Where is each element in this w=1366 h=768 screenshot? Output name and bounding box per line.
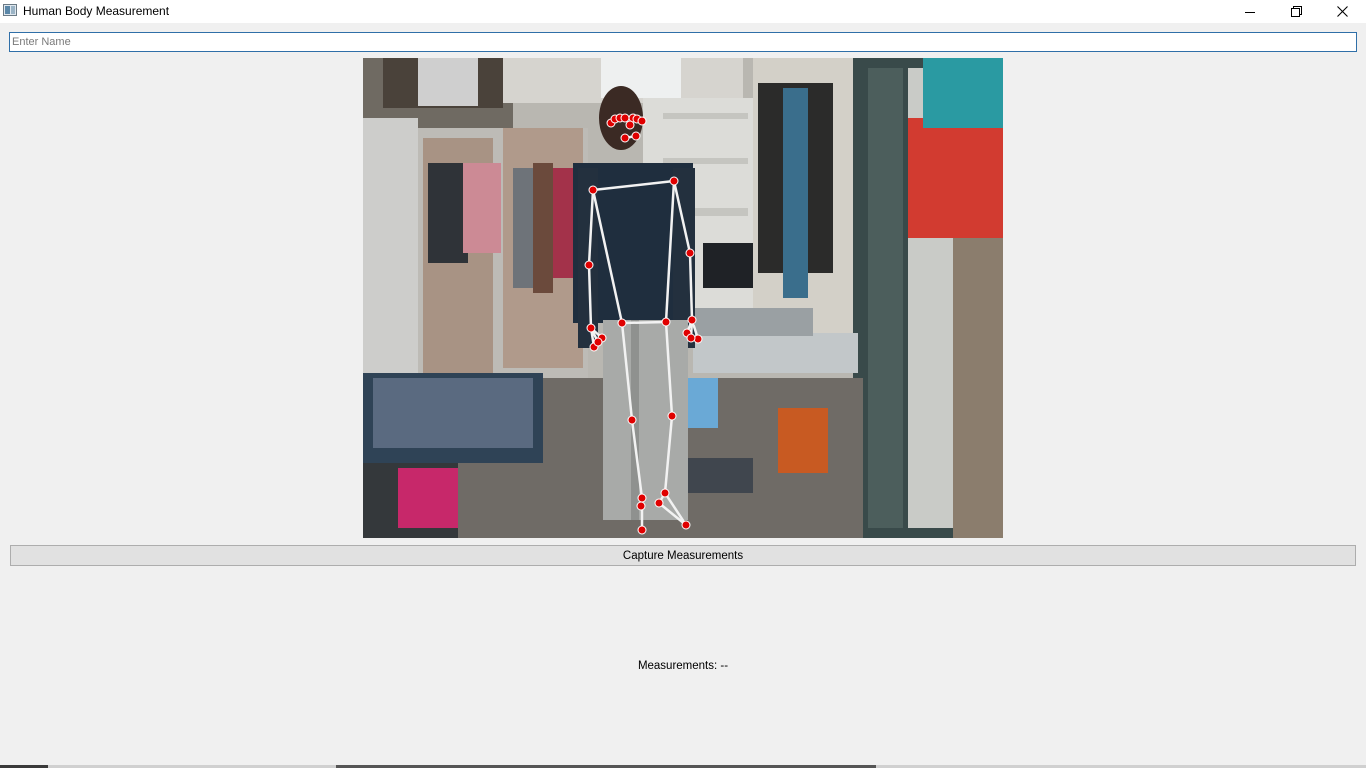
close-button[interactable]: [1319, 0, 1365, 23]
camera-feed: [363, 58, 1003, 538]
name-input[interactable]: [9, 32, 1357, 52]
capture-measurements-button[interactable]: Capture Measurements: [10, 545, 1356, 566]
measurements-label: Measurements: --: [637, 660, 729, 672]
restore-button[interactable]: [1273, 0, 1319, 23]
restore-icon: [1290, 6, 1302, 17]
window-title: Human Body Measurement: [23, 4, 170, 18]
close-icon: [1336, 6, 1348, 17]
pose-skeleton-overlay: [584, 113, 703, 535]
title-bar: Human Body Measurement: [0, 0, 1366, 23]
minimize-icon: [1245, 7, 1255, 17]
minimize-button[interactable]: [1227, 0, 1273, 23]
app-window-icon: [3, 4, 17, 16]
